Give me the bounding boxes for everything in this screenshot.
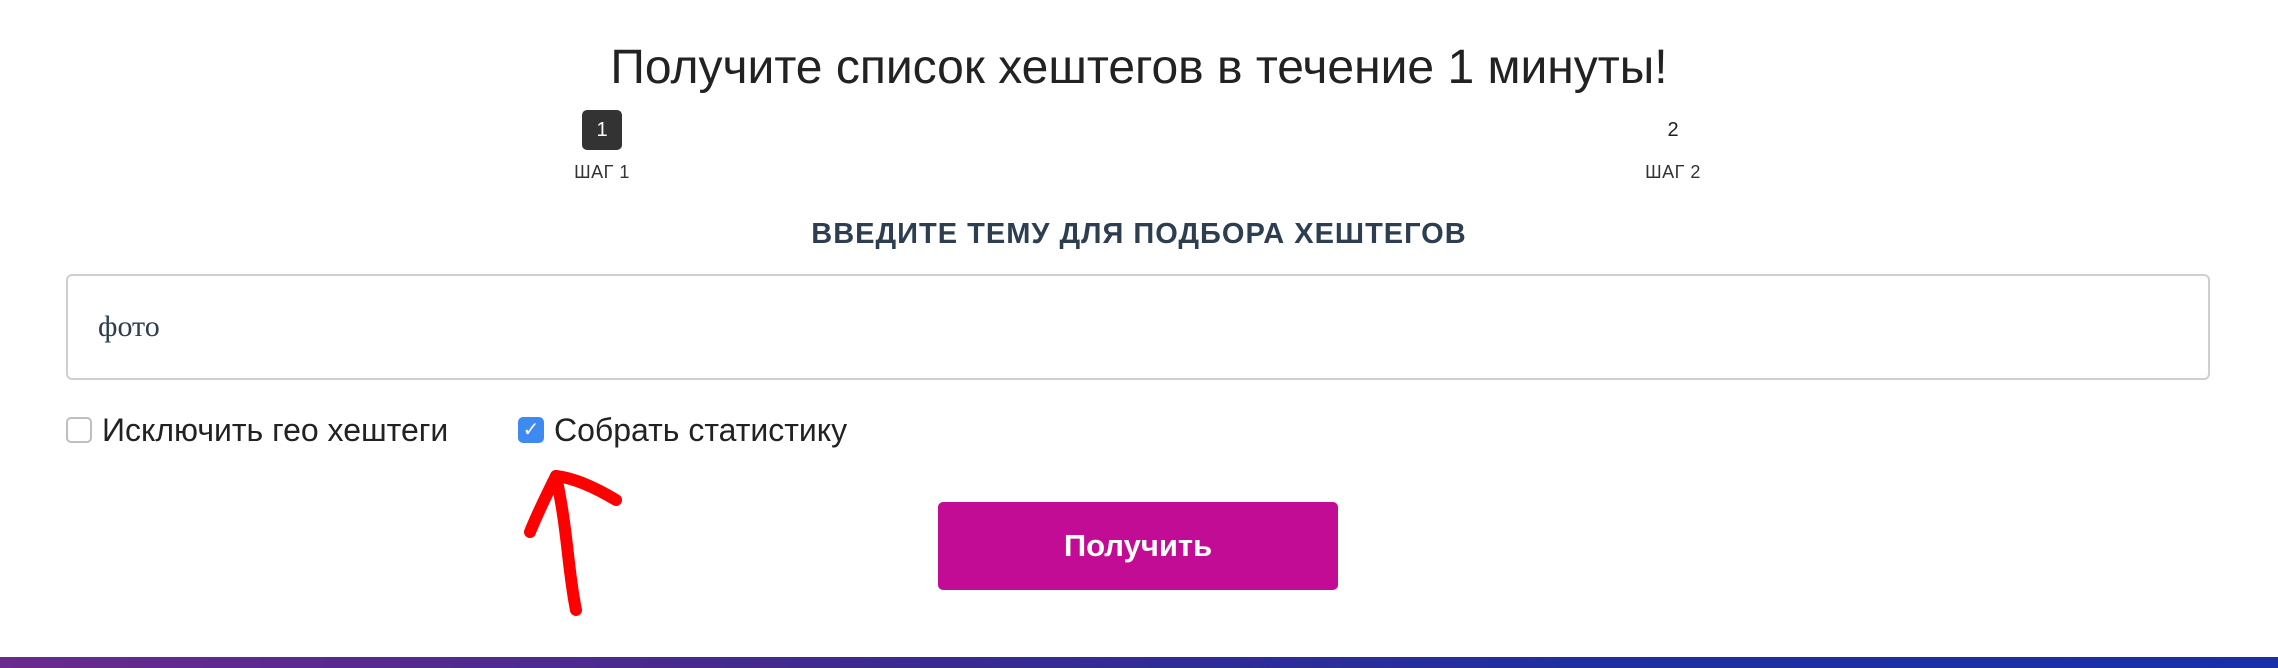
topic-heading: ВВЕДИТЕ ТЕМУ ДЛЯ ПОДБОРА ХЕШТЕГОВ [811, 218, 1467, 250]
red-arrow-annotation [524, 470, 622, 616]
step-2-label: ШАГ 2 [1645, 162, 1701, 182]
collect-stats-label: Собрать статистику [554, 411, 848, 448]
step-1[interactable]: 1 ШАГ 1 [542, 110, 662, 183]
step-1-number: 1 [582, 110, 622, 150]
step-2[interactable]: 2 ШАГ 2 [1613, 110, 1733, 183]
step-1-label: ШАГ 1 [574, 162, 630, 182]
step-2-number: 2 [1667, 119, 1679, 141]
exclude-geo-option[interactable]: Исключить гео хештеги [66, 410, 448, 450]
exclude-geo-label: Исключить гео хештеги [102, 411, 449, 448]
page-title: Получите список хештегов в течение 1 мин… [610, 41, 1668, 94]
topic-input[interactable] [66, 274, 2210, 380]
collect-stats-checkbox[interactable]: ✓ [518, 417, 544, 443]
get-button[interactable]: Получить [938, 502, 1338, 590]
bottom-gradient-bar [0, 657, 2278, 668]
exclude-geo-checkbox[interactable] [66, 417, 92, 443]
form-card: Получите список хештегов в течение 1 мин… [0, 0, 2278, 657]
collect-stats-option[interactable]: ✓ Собрать статистику [518, 410, 847, 450]
checkmark-icon: ✓ [522, 419, 540, 441]
